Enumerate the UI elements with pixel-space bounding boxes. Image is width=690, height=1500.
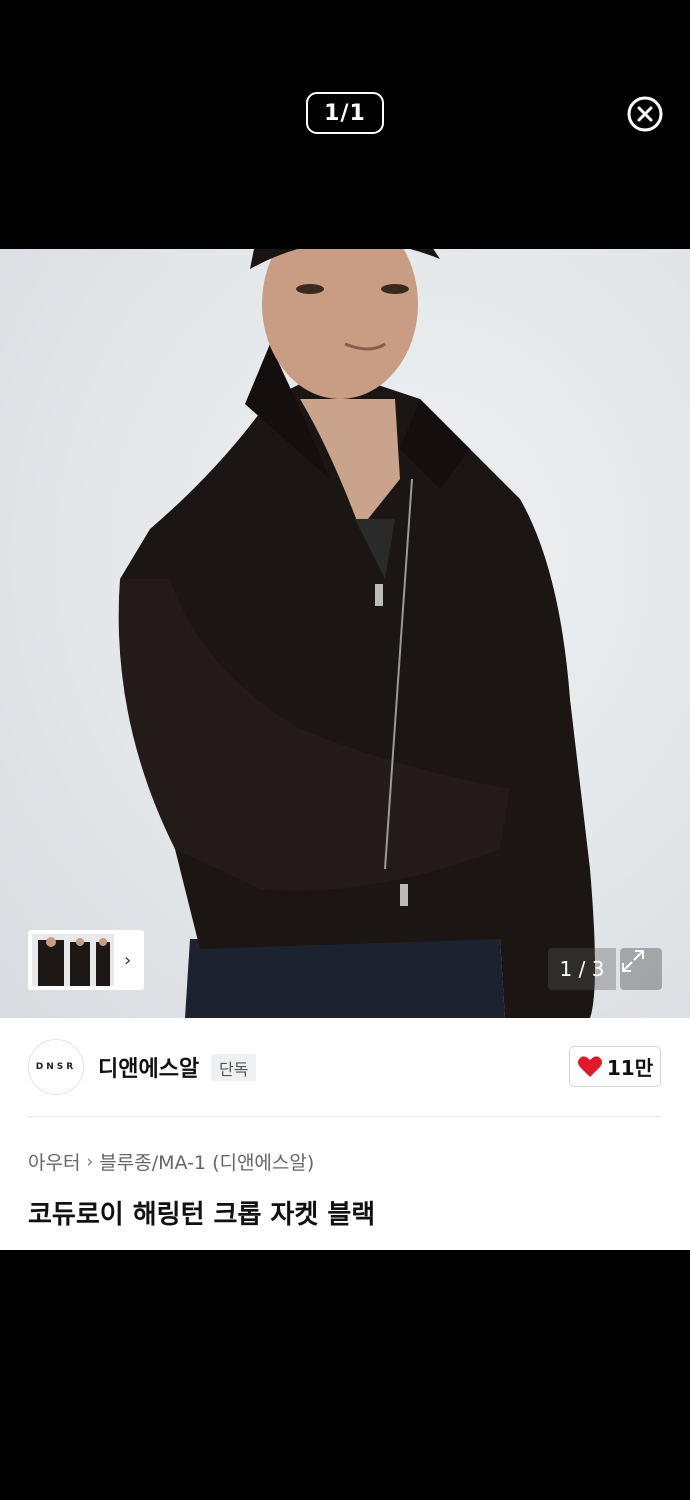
thumbnail-images [32, 934, 114, 986]
photo-counter: 1 / 3 [548, 948, 616, 990]
product-photo[interactable]: › 1 / 3 [0, 249, 690, 1018]
close-button[interactable] [626, 95, 664, 133]
breadcrumb: 아우터 › 블루종/MA-1 (디앤에스알) [28, 1148, 314, 1175]
close-circle-icon [627, 96, 663, 132]
photo-counter-text: 1 / 3 [559, 957, 605, 981]
image-counter: 1/1 [306, 92, 384, 134]
like-count: 11만 [606, 1056, 654, 1080]
product-title: 코듀로이 해링턴 크롭 자켓 블랙 [28, 1200, 376, 1230]
model-illustration [118, 249, 595, 1018]
breadcrumb-category[interactable]: 아우터 [28, 1148, 80, 1175]
image-counter-text: 1/1 [324, 100, 366, 126]
expand-button[interactable] [620, 948, 662, 990]
like-button[interactable]: 11만 [569, 1046, 661, 1087]
brand-logo-text: DNSR [35, 1062, 77, 1072]
breadcrumb-subcategory[interactable]: 블루종/MA-1 (디앤에스알) [99, 1148, 314, 1175]
brand-logo[interactable]: DNSR [28, 1039, 84, 1095]
chevron-right-icon: › [124, 949, 132, 971]
product-info: DNSR 디앤에스알 단독 11만 아우터 › 블루종/MA-1 (디앤에스알)… [0, 1018, 690, 1250]
heart-icon [577, 1055, 602, 1077]
thumbnail-strip[interactable]: › [28, 930, 144, 990]
divider [28, 1116, 662, 1117]
brand-name[interactable]: 디앤에스알 [98, 1051, 199, 1083]
chevron-right-icon: › [86, 1151, 94, 1172]
exclusive-badge: 단독 [211, 1054, 257, 1081]
expand-arrows-icon [622, 950, 644, 972]
